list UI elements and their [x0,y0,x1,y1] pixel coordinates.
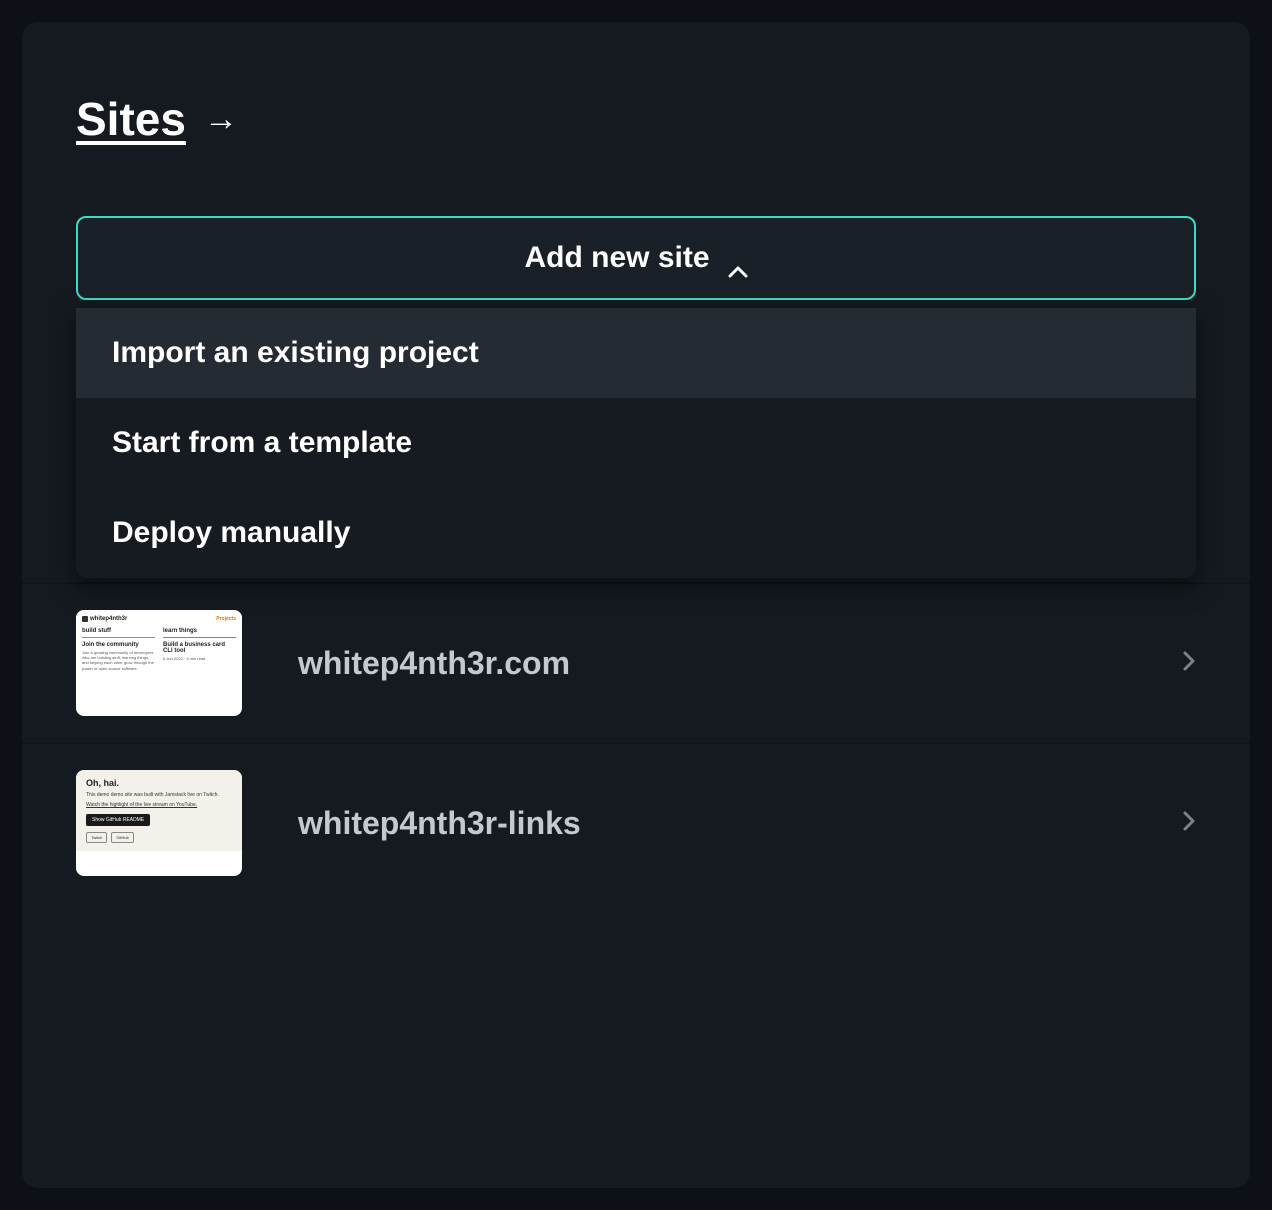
thumb-subheading: Build a business card CLI tool [163,642,236,654]
dropdown-item-import[interactable]: Import an existing project [76,308,1196,398]
thumb-badge: Twitch [86,832,107,843]
dropdown-item-manual[interactable]: Deploy manually [76,488,1196,578]
chevron-right-icon [1182,650,1196,677]
thumb-brand: whitep4nth3r [90,616,127,622]
thumb-sub: Watch the highlight of the live stream o… [86,802,232,808]
site-thumbnail: Oh, hai. This demo demo site was built w… [76,770,242,876]
site-name: whitep4nth3r-links [298,805,1126,842]
add-site-dropdown: Add new site Import an existing project … [76,216,1196,300]
sites-panel: Sites → Add new site Import an existing … [22,22,1250,1188]
thumb-badge: GitHub [111,832,133,843]
dropdown-item-template[interactable]: Start from a template [76,398,1196,488]
thumb-text: Join a growing community of developers w… [82,650,155,671]
chevron-up-icon [728,252,748,264]
thumb-btn: Show GitHub README [86,814,150,826]
thumb-sub: This demo demo site was built with Jamst… [86,792,232,798]
site-row[interactable]: whitep4nth3r Projects build stuff Join t… [22,584,1250,744]
thumb-meta: 6 Jun 2022 · 3 min read [163,656,236,661]
arrow-right-icon: → [204,100,238,139]
site-name: whitep4nth3r.com [298,645,1126,682]
site-row[interactable]: Oh, hai. This demo demo site was built w… [22,744,1250,902]
site-thumbnail: whitep4nth3r Projects build stuff Join t… [76,610,242,716]
thumb-heading: learn things [163,628,236,638]
add-site-dropdown-menu: Import an existing project Start from a … [76,308,1196,578]
thumb-title: Oh, hai. [86,778,232,788]
add-new-site-button[interactable]: Add new site [76,216,1196,300]
thumb-heading: build stuff [82,628,155,638]
add-new-site-label: Add new site [524,241,709,275]
thumb-nav: Projects [216,616,236,622]
chevron-right-icon [1182,810,1196,837]
thumb-subheading: Join the community [82,642,155,648]
panel-header: Sites → [76,92,1196,146]
sites-title-link[interactable]: Sites [76,92,186,146]
